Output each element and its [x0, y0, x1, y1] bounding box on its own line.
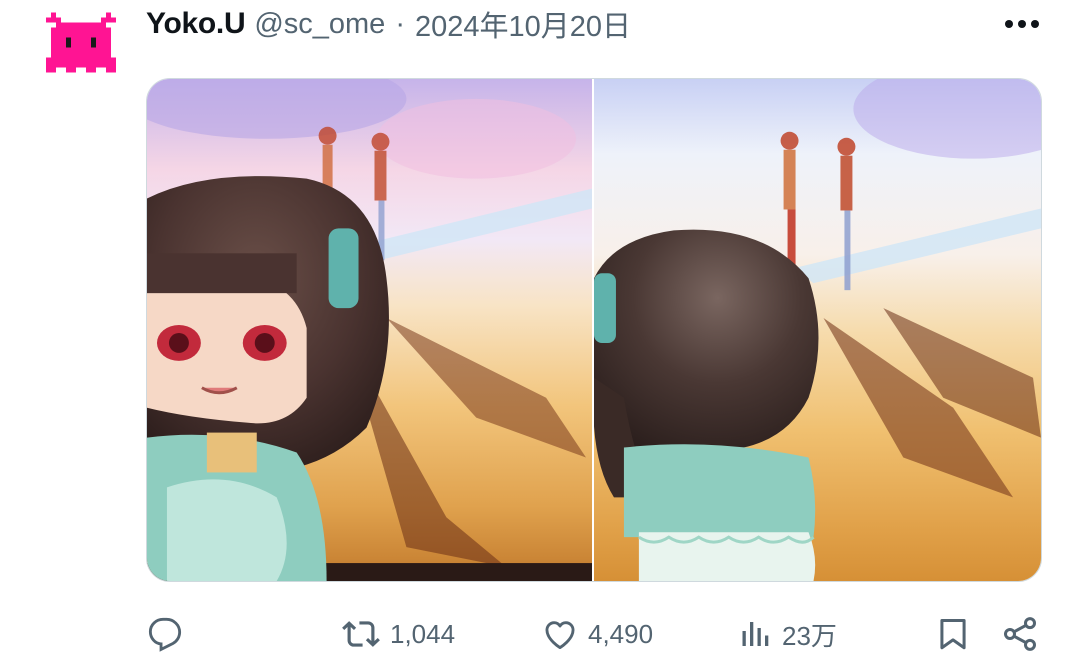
author-name[interactable]: Yoko.U	[146, 7, 246, 41]
heart-icon	[545, 621, 575, 650]
media-grid	[146, 78, 1042, 582]
share-button[interactable]	[1000, 608, 1040, 660]
post-date[interactable]: 2024年10月20日	[415, 3, 631, 45]
reply-bubble-icon	[148, 617, 182, 652]
bookmark-icon	[940, 619, 966, 650]
pink-pixel-invader-icon	[46, 12, 116, 73]
avatar[interactable]	[46, 12, 116, 78]
photo-1[interactable]	[147, 79, 592, 581]
like-button[interactable]: 4,490	[540, 608, 653, 660]
more-horizontal-icon	[1005, 20, 1039, 28]
view-count: 23万	[782, 620, 837, 651]
author-handle[interactable]: @sc_ome	[254, 8, 385, 41]
repost-icon	[342, 621, 380, 647]
repost-count: 1,044	[390, 618, 456, 649]
repost-button[interactable]: 1,044	[340, 608, 455, 660]
more-options-button[interactable]	[1002, 14, 1042, 34]
views-button[interactable]: 23万	[738, 608, 837, 660]
header-separator: ·	[395, 7, 405, 40]
reply-button[interactable]	[146, 608, 184, 660]
share-icon	[1003, 617, 1037, 651]
bookmark-button[interactable]	[934, 608, 972, 660]
action-bar: 1,044 4,490 23万	[0, 608, 1080, 660]
post-header: Yoko.U @sc_ome · 2024年10月20日	[146, 3, 631, 45]
photo-2[interactable]	[594, 79, 1041, 581]
views-bars-icon	[742, 622, 769, 646]
like-count: 4,490	[588, 618, 654, 649]
